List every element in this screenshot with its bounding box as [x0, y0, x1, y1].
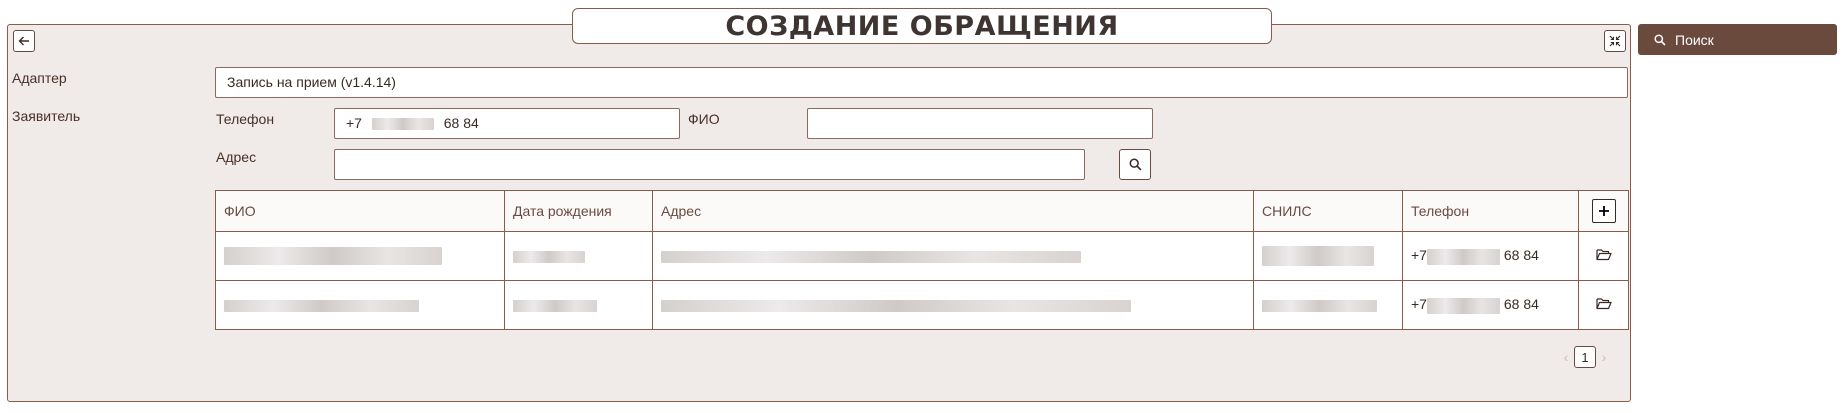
search-button-label: Поиск [1675, 31, 1714, 48]
redacted-text [513, 251, 585, 264]
page-title: СОЗДАНИЕ ОБРАЩЕНИЯ [572, 8, 1272, 44]
cell-address [652, 231, 1254, 281]
prev-page-chevron-icon[interactable]: ‹ [1558, 349, 1574, 365]
folder-open-icon[interactable] [1595, 297, 1612, 310]
phone-suffix: 68 84 [443, 115, 479, 131]
adapter-label: Адаптер [12, 70, 67, 86]
redacted-text [513, 300, 597, 313]
page-number-button[interactable]: 1 [1574, 346, 1596, 368]
search-button[interactable]: Поиск [1638, 24, 1837, 55]
redacted-text [661, 251, 1081, 264]
collapse-icon [1609, 35, 1621, 47]
cell-snils [1253, 231, 1403, 281]
address-label: Адрес [216, 149, 257, 165]
plus-icon [1598, 206, 1609, 216]
phone-suffix: 68 84 [1503, 296, 1539, 313]
cell-snils [1253, 280, 1403, 330]
column-header-phone[interactable]: Телефон [1402, 190, 1579, 232]
cell-birth-date [504, 231, 653, 281]
redacted-text [1262, 246, 1374, 266]
folder-open-icon[interactable] [1595, 248, 1612, 261]
phone-prefix: +7 [346, 115, 362, 131]
column-header-fio[interactable]: ФИО [215, 190, 505, 232]
arrow-left-icon [18, 36, 29, 46]
applicant-label: Заявитель [12, 108, 81, 124]
column-header-birth-date[interactable]: Дата рождения [504, 190, 653, 232]
table-header-row: ФИО Дата рождения Адрес СНИЛС Телефон [215, 190, 1629, 232]
address-search-button[interactable] [1119, 149, 1151, 180]
applicants-table: ФИО Дата рождения Адрес СНИЛС Телефон +7… [215, 190, 1629, 330]
cell-fio [215, 280, 505, 330]
phone-suffix: 68 84 [1503, 247, 1539, 264]
redacted-text [224, 247, 442, 266]
search-icon [1129, 158, 1141, 171]
cell-open[interactable] [1578, 231, 1629, 281]
cell-fio [215, 231, 505, 281]
phone-prefix: +7 [1411, 247, 1427, 264]
redacted-phone [371, 118, 434, 131]
redacted-text [224, 300, 419, 313]
cell-birth-date [504, 280, 653, 330]
cell-phone: +7 68 84 [1402, 280, 1579, 330]
redacted-phone [1426, 248, 1500, 265]
phone-input[interactable]: +7 68 84 [334, 108, 680, 139]
fio-input[interactable] [807, 108, 1153, 139]
cell-open[interactable] [1578, 280, 1629, 330]
column-header-address[interactable]: Адрес [652, 190, 1254, 232]
fio-label: ФИО [688, 111, 720, 127]
table-row[interactable]: +7 68 84 [215, 280, 1629, 330]
cell-address [652, 280, 1254, 330]
column-header-snils[interactable]: СНИЛС [1253, 190, 1403, 232]
address-input[interactable] [334, 149, 1085, 180]
back-button[interactable] [13, 30, 35, 52]
fullscreen-button[interactable] [1604, 30, 1626, 52]
phone-prefix: +7 [1411, 296, 1427, 313]
redacted-phone [1426, 297, 1500, 314]
next-page-chevron-icon[interactable]: › [1596, 349, 1612, 365]
cell-phone: +7 68 84 [1402, 231, 1579, 281]
table-row[interactable]: +7 68 84 [215, 231, 1629, 281]
phone-label: Телефон [216, 111, 275, 127]
add-column [1578, 190, 1629, 232]
add-button[interactable] [1591, 199, 1616, 223]
pagination: ‹ 1 › [1558, 346, 1612, 368]
adapter-select[interactable]: Запись на прием (v1.4.14) [215, 67, 1628, 98]
redacted-text [1262, 300, 1377, 313]
redacted-text [661, 300, 1131, 313]
search-icon [1654, 33, 1666, 46]
